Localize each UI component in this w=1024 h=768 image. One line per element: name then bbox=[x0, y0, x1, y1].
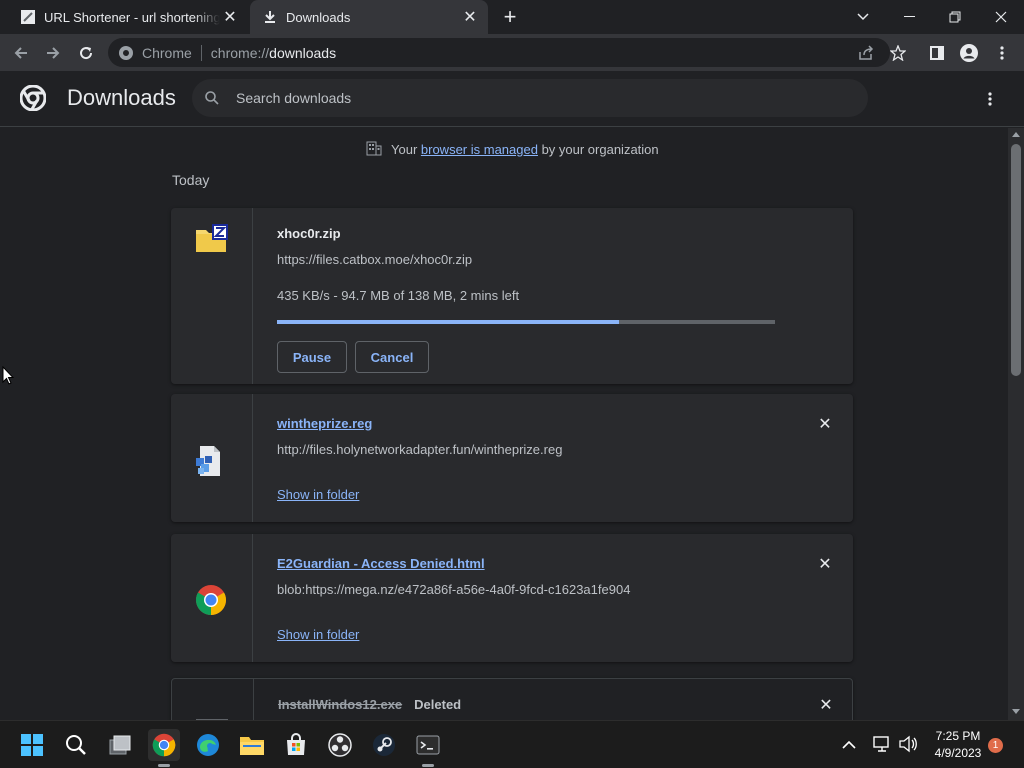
running-indicator bbox=[158, 764, 170, 767]
file-explorer-icon[interactable] bbox=[236, 729, 268, 761]
file-url[interactable]: blob:https://mega.nz/e472a86f-a56e-4a0f-… bbox=[277, 582, 630, 597]
page-title: Downloads bbox=[67, 85, 176, 110]
obs-studio-icon[interactable] bbox=[324, 729, 356, 761]
file-name-link[interactable]: wintheprize.reg bbox=[277, 416, 372, 431]
date-section-heading: Today bbox=[172, 172, 210, 188]
url-scheme: chrome:// bbox=[210, 44, 270, 61]
file-url[interactable]: http://files.holynetworkadapter.fun/wint… bbox=[277, 442, 562, 457]
scrollbar-thumb[interactable] bbox=[1011, 144, 1021, 376]
deleted-file-name: InstallWindos12.exe bbox=[278, 697, 403, 712]
forward-icon[interactable] bbox=[40, 40, 66, 66]
taskbar-chrome-icon[interactable] bbox=[148, 729, 180, 767]
clock-time[interactable]: 7:25 PM bbox=[930, 729, 986, 743]
browser-toolbar: Chrome chrome://downloads bbox=[0, 34, 1024, 71]
file-icon-column bbox=[171, 394, 253, 522]
download-item: InstallWindos12.exe Deleted ✕ bbox=[171, 678, 853, 720]
mouse-cursor-icon bbox=[2, 365, 15, 390]
terminal-icon[interactable] bbox=[412, 729, 444, 767]
site-chip: Chrome bbox=[142, 44, 192, 61]
download-item: wintheprize.reg http://files.holynetwork… bbox=[171, 394, 853, 522]
scrollbar[interactable] bbox=[1008, 128, 1024, 720]
downloads-list-area: Your browser is managed by your organiza… bbox=[0, 128, 1008, 720]
remove-item-icon[interactable]: ✕ bbox=[816, 695, 836, 715]
tab-strip: URL Shortener - url shortening service ✕… bbox=[0, 0, 1024, 34]
chrome-site-icon bbox=[118, 45, 134, 61]
progress-fill bbox=[277, 320, 619, 324]
file-icon-column bbox=[172, 679, 254, 720]
chrome-menu-icon[interactable] bbox=[989, 40, 1015, 66]
close-tab-icon[interactable]: ✕ bbox=[460, 7, 480, 27]
profile-avatar-icon[interactable] bbox=[956, 40, 982, 66]
steam-icon[interactable] bbox=[368, 729, 400, 761]
search-icon bbox=[204, 90, 220, 106]
tab-downloads[interactable]: Downloads ✕ bbox=[250, 0, 488, 34]
managed-prefix: Your bbox=[391, 142, 421, 157]
taskbar-search-icon[interactable] bbox=[60, 729, 92, 761]
url-host: downloads bbox=[269, 44, 337, 61]
minimize-icon[interactable] bbox=[886, 0, 932, 34]
remove-item-icon[interactable]: ✕ bbox=[815, 554, 835, 574]
restore-icon[interactable] bbox=[932, 0, 978, 34]
deleted-tag: Deleted bbox=[414, 697, 462, 712]
side-panel-icon[interactable] bbox=[924, 40, 950, 66]
download-progress-bar bbox=[277, 320, 775, 324]
running-indicator bbox=[422, 764, 434, 767]
back-icon[interactable] bbox=[8, 40, 34, 66]
chrome-file-icon bbox=[195, 584, 227, 621]
tab-search-icon[interactable] bbox=[840, 0, 886, 34]
tab-url-shortener[interactable]: URL Shortener - url shortening service ✕ bbox=[8, 0, 248, 34]
registry-file-icon bbox=[196, 446, 222, 481]
scroll-up-icon[interactable] bbox=[1012, 130, 1020, 138]
pause-button[interactable]: Pause bbox=[277, 341, 347, 373]
more-actions-icon[interactable] bbox=[978, 87, 1002, 111]
page-favicon-icon bbox=[20, 9, 36, 25]
file-name: xhoc0r.zip bbox=[277, 226, 341, 241]
show-in-folder-link[interactable]: Show in folder bbox=[277, 627, 359, 642]
microsoft-store-icon[interactable] bbox=[280, 729, 312, 761]
close-window-icon[interactable] bbox=[978, 0, 1024, 34]
file-icon-column bbox=[171, 208, 253, 384]
taskbar: 7:25 PM 4/9/2023 1 bbox=[0, 720, 1024, 768]
cancel-button[interactable]: Cancel bbox=[355, 341, 429, 373]
network-icon[interactable] bbox=[872, 735, 892, 758]
show-in-folder-link[interactable]: Show in folder bbox=[277, 487, 359, 502]
scroll-down-icon[interactable] bbox=[1012, 708, 1020, 716]
download-item: E2Guardian - Access Denied.html blob:htt… bbox=[171, 534, 853, 662]
file-icon-column bbox=[171, 534, 253, 662]
show-hidden-icons-chevron-icon[interactable] bbox=[842, 737, 856, 755]
building-icon bbox=[366, 140, 382, 159]
start-button-windows-icon[interactable] bbox=[16, 729, 48, 761]
address-bar[interactable]: Chrome chrome://downloads bbox=[108, 38, 890, 67]
search-input[interactable] bbox=[236, 90, 836, 106]
tab-title: Downloads bbox=[286, 9, 351, 25]
reload-icon[interactable] bbox=[73, 40, 99, 66]
divider bbox=[200, 44, 202, 61]
downloads-header: Downloads bbox=[0, 71, 1024, 127]
new-tab-button[interactable]: + bbox=[498, 4, 522, 29]
volume-icon[interactable] bbox=[898, 735, 918, 758]
close-tab-icon[interactable]: ✕ bbox=[220, 7, 240, 27]
clock-date[interactable]: 4/9/2023 bbox=[930, 746, 986, 760]
chrome-logo-icon bbox=[19, 84, 47, 116]
remove-item-icon[interactable]: ✕ bbox=[815, 414, 835, 434]
notification-badge[interactable]: 1 bbox=[988, 738, 1003, 753]
edge-browser-icon[interactable] bbox=[192, 729, 224, 761]
file-url[interactable]: https://files.catbox.moe/xhoc0r.zip bbox=[277, 252, 472, 267]
managed-notice: Your browser is managed by your organiza… bbox=[366, 140, 659, 159]
task-view-icon[interactable] bbox=[104, 729, 136, 761]
managed-link[interactable]: browser is managed bbox=[421, 142, 538, 157]
download-icon bbox=[262, 9, 278, 25]
file-name-row: InstallWindos12.exe Deleted bbox=[278, 697, 461, 712]
search-box[interactable] bbox=[192, 79, 868, 117]
share-icon[interactable] bbox=[853, 40, 879, 66]
file-name-link[interactable]: E2Guardian - Access Denied.html bbox=[277, 556, 485, 571]
download-item: xhoc0r.zip https://files.catbox.moe/xhoc… bbox=[171, 208, 853, 384]
bookmark-star-icon[interactable] bbox=[885, 40, 911, 66]
download-status: 435 KB/s - 94.7 MB of 138 MB, 2 mins lef… bbox=[277, 288, 520, 303]
tab-title: URL Shortener - url shortening service bbox=[44, 9, 220, 25]
managed-suffix: by your organization bbox=[537, 142, 659, 157]
zip-file-icon bbox=[196, 224, 228, 259]
